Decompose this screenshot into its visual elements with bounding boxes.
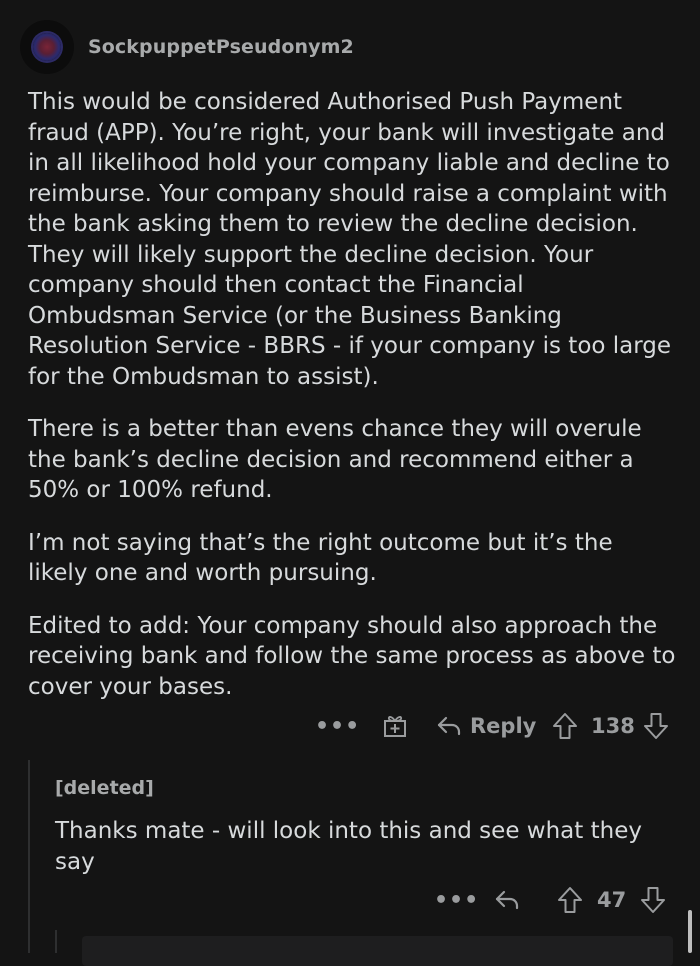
scrollbar[interactable] xyxy=(688,910,692,953)
next-comment-preview[interactable] xyxy=(82,936,673,966)
avatar-image xyxy=(33,33,61,61)
thread-line[interactable] xyxy=(28,760,30,953)
nested-thread-line[interactable] xyxy=(55,930,57,953)
username[interactable]: SockpuppetPseudonym2 xyxy=(88,36,354,58)
reply-upvote-button[interactable] xyxy=(557,880,583,920)
downvote-arrow-icon xyxy=(643,712,669,740)
reply-arrow-icon xyxy=(494,889,520,911)
more-options-button[interactable]: ••• xyxy=(315,706,360,746)
comment-actions: ••• Reply 138 xyxy=(0,706,700,746)
reply-vote-score: 47 xyxy=(597,888,627,912)
downvote-button[interactable] xyxy=(643,706,669,746)
reply-arrow-icon xyxy=(436,715,462,737)
comment-header: SockpuppetPseudonym2 xyxy=(20,20,354,74)
award-gift-icon xyxy=(382,713,408,739)
reply-button[interactable]: Reply xyxy=(436,706,536,746)
reply-label: Reply xyxy=(470,714,537,738)
upvote-button[interactable] xyxy=(552,706,578,746)
downvote-arrow-icon xyxy=(640,886,666,914)
award-button[interactable] xyxy=(382,706,408,746)
reply-comment: [deleted] Thanks mate - will look into t… xyxy=(55,770,675,877)
reply-author: [deleted] xyxy=(55,777,154,799)
reply-downvote-button[interactable] xyxy=(640,880,666,920)
vote-score: 138 xyxy=(591,714,635,738)
comment-paragraph: This would be considered Authorised Push… xyxy=(28,89,672,390)
comment-body: This would be considered Authorised Push… xyxy=(28,87,678,724)
comment-paragraph: There is a better than evens chance they… xyxy=(28,416,642,503)
reply-more-options-button[interactable]: ••• xyxy=(434,880,479,920)
reply-actions: ••• 47 xyxy=(0,880,700,920)
upvote-arrow-icon xyxy=(557,886,583,914)
reply-body: Thanks mate - will look into this and se… xyxy=(55,818,642,875)
reply-reply-button[interactable] xyxy=(494,880,520,920)
comment-paragraph: I’m not saying that’s the right outcome … xyxy=(28,529,613,587)
upvote-arrow-icon xyxy=(552,712,578,740)
avatar[interactable] xyxy=(20,20,74,74)
comment-paragraph: Edited to add: Your company should also … xyxy=(28,612,676,700)
